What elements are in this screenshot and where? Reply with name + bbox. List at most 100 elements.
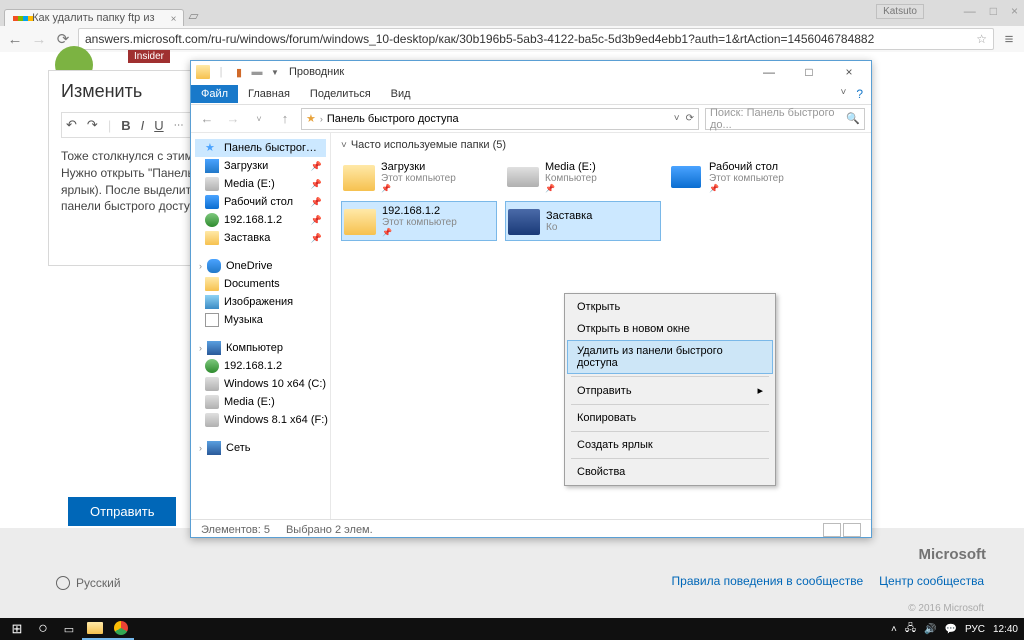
tray-action-center-icon[interactable]: 💬 <box>944 624 956 635</box>
nav-pictures[interactable]: Изображения <box>195 293 326 311</box>
qat-newfolder-icon[interactable]: ▬ <box>249 64 265 80</box>
section-header[interactable]: ˅ Часто используемые папки (5) <box>341 139 861 151</box>
start-button[interactable]: ⊞ <box>4 618 30 640</box>
ribbon-expand-icon[interactable]: ˅ <box>840 87 846 101</box>
menu-icon[interactable]: ≡ <box>1000 31 1018 48</box>
browser-tab[interactable]: Как удалить папку ftp из × <box>4 9 184 26</box>
folder-ip[interactable]: 192.168.1.2Этот компьютер📌 <box>341 201 497 241</box>
explorer-minimize-icon[interactable]: — <box>751 62 787 82</box>
explorer-close-icon[interactable]: × <box>831 62 867 82</box>
nav-music[interactable]: Музыка <box>195 311 326 329</box>
minimize-icon[interactable]: — <box>964 4 976 18</box>
ribbon-help-icon[interactable]: ? <box>856 87 863 101</box>
desktop-icon <box>671 161 703 193</box>
close-icon[interactable]: × <box>1011 4 1018 18</box>
nav-ip[interactable]: 192.168.1.2📌 <box>195 211 326 229</box>
nav-win81[interactable]: Windows 8.1 x64 (F:) <box>195 411 326 429</box>
folder-icon <box>508 205 540 237</box>
taskbar-explorer[interactable] <box>82 618 108 640</box>
ctx-separator <box>571 376 769 377</box>
explorer-app-icon <box>195 64 211 80</box>
more-format-icon[interactable]: ⋯ <box>174 120 184 131</box>
explorer-back-icon[interactable]: ← <box>197 111 217 126</box>
submit-button[interactable]: Отправить <box>68 497 176 526</box>
nav-quick-access[interactable]: ★Панель быстрого доступа <box>195 139 326 157</box>
pin-icon: 📌 <box>311 161 322 172</box>
taskbar-chrome[interactable] <box>108 618 134 640</box>
nav-win10[interactable]: Windows 10 x64 (C:) <box>195 375 326 393</box>
ribbon-tab-home[interactable]: Главная <box>238 85 300 103</box>
pin-icon: 📌 <box>311 179 322 190</box>
tray-network-icon[interactable]: 🖧 <box>905 621 916 638</box>
folder-desktop[interactable]: Рабочий столЭтот компьютер📌 <box>669 157 825 197</box>
folder-icon <box>343 161 375 193</box>
chrome-user-badge[interactable]: Katsuto <box>876 4 924 19</box>
nav-zastavka[interactable]: Заставка📌 <box>195 229 326 247</box>
qat-properties-icon[interactable]: ▮ <box>231 64 247 80</box>
ctx-send-to[interactable]: Отправить▸ <box>567 379 773 402</box>
ribbon-tab-file[interactable]: Файл <box>191 85 238 103</box>
folder-media[interactable]: Media (E:)Компьютер📌 <box>505 157 661 197</box>
taskbar-search-icon[interactable]: ○ <box>30 618 56 640</box>
nav-computer[interactable]: ›Компьютер <box>195 339 326 357</box>
nav-ip2[interactable]: 192.168.1.2 <box>195 357 326 375</box>
address-bar[interactable]: answers.microsoft.com/ru-ru/windows/foru… <box>78 28 994 50</box>
ctx-copy[interactable]: Копировать <box>567 407 773 429</box>
nav-media2[interactable]: Media (E:) <box>195 393 326 411</box>
ctx-open[interactable]: Открыть <box>567 296 773 318</box>
tray-language[interactable]: РУС <box>965 624 985 635</box>
breadcrumb-dropdown-icon[interactable]: ˅ <box>674 113 680 124</box>
section-title: Часто используемые папки (5) <box>351 139 506 151</box>
nav-network[interactable]: ›Сеть <box>195 439 326 457</box>
nav-documents[interactable]: Documents <box>195 275 326 293</box>
search-placeholder: Поиск: Панель быстрого до... <box>710 107 846 131</box>
footer-link-center[interactable]: Центр сообщества <box>879 574 984 588</box>
tray-up-icon[interactable]: ˄ <box>891 624 897 635</box>
nav-downloads[interactable]: Загрузки📌 <box>195 157 326 175</box>
computer-icon <box>207 341 221 355</box>
folder-downloads[interactable]: ЗагрузкиЭтот компьютер📌 <box>341 157 497 197</box>
nav-media[interactable]: Media (E:)📌 <box>195 175 326 193</box>
explorer-forward-icon[interactable]: → <box>223 111 243 126</box>
back-icon[interactable]: ← <box>6 31 24 48</box>
ctx-create-shortcut[interactable]: Создать ярлык <box>567 434 773 456</box>
view-large-icon[interactable] <box>843 523 861 537</box>
restore-icon[interactable]: □ <box>990 4 997 18</box>
bookmark-star-icon[interactable]: ☆ <box>976 32 987 46</box>
reload-icon[interactable]: ⟳ <box>54 30 72 48</box>
explorer-breadcrumb[interactable]: ★ › Панель быстрого доступа ˅⟳ <box>301 108 699 130</box>
taskbar-taskview-icon[interactable]: ▭ <box>56 618 82 640</box>
qat-dropdown-icon[interactable]: ▼ <box>267 64 283 80</box>
pin-icon: 📌 <box>311 215 322 226</box>
explorer-up-icon[interactable]: ↑ <box>275 111 295 126</box>
italic-button[interactable]: I <box>141 118 145 133</box>
network-icon <box>207 441 221 455</box>
forward-icon[interactable]: → <box>30 31 48 48</box>
nav-desktop[interactable]: Рабочий стол📌 <box>195 193 326 211</box>
undo-icon[interactable]: ↶ <box>66 117 77 133</box>
ctx-unpin-quick-access[interactable]: Удалить из панели быстрого доступа <box>567 340 773 374</box>
underline-button[interactable]: U <box>154 118 163 133</box>
tray-volume-icon[interactable]: 🔊 <box>924 624 936 635</box>
explorer-titlebar[interactable]: | ▮ ▬ ▼ Проводник — □ × <box>191 61 871 83</box>
tab-close-icon[interactable]: × <box>171 14 177 25</box>
bold-button[interactable]: B <box>121 118 130 133</box>
browser-window-controls: — □ × <box>964 4 1018 18</box>
file-explorer-window: | ▮ ▬ ▼ Проводник — □ × Файл Главная Под… <box>190 60 872 538</box>
explorer-maximize-icon[interactable]: □ <box>791 62 827 82</box>
explorer-recent-icon[interactable]: ˅ <box>249 114 269 124</box>
ctx-open-new-window[interactable]: Открыть в новом окне <box>567 318 773 340</box>
folder-zastavka[interactable]: ЗаставкаКо <box>505 201 661 241</box>
explorer-search[interactable]: Поиск: Панель быстрого до... 🔍 <box>705 108 865 130</box>
breadcrumb-refresh-icon[interactable]: ⟳ <box>686 113 694 124</box>
ctx-properties[interactable]: Свойства <box>567 461 773 483</box>
new-tab-button[interactable]: ▱ <box>184 8 204 26</box>
nav-onedrive[interactable]: ›OneDrive <box>195 257 326 275</box>
tab-title: Как удалить папку ftp из <box>32 12 154 24</box>
view-details-icon[interactable] <box>823 523 841 537</box>
ribbon-tab-share[interactable]: Поделиться <box>300 85 381 103</box>
ribbon-tab-view[interactable]: Вид <box>381 85 421 103</box>
footer-link-rules[interactable]: Правила поведения в сообществе <box>672 574 864 588</box>
tray-clock[interactable]: 12:40 <box>993 624 1018 635</box>
redo-icon[interactable]: ↷ <box>87 117 98 133</box>
